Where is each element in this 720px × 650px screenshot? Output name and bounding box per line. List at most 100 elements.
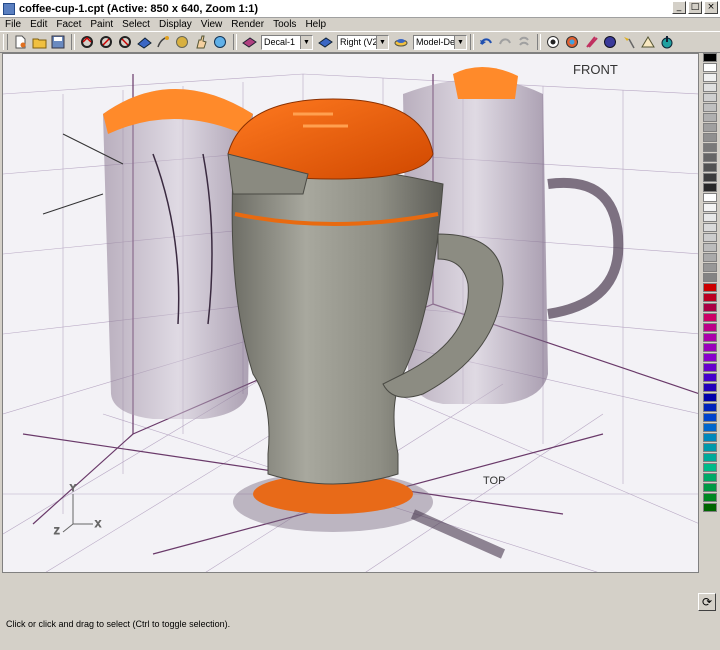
palette-swatch[interactable] — [703, 253, 717, 262]
open-file-button[interactable] — [30, 33, 48, 51]
view-select-value: Right (V2) — [340, 37, 381, 47]
palette-swatch[interactable] — [703, 83, 717, 92]
palette-swatch[interactable] — [703, 323, 717, 332]
pan-view-button[interactable] — [97, 33, 115, 51]
refresh-button[interactable]: ⟳ — [698, 593, 716, 611]
menu-render[interactable]: Render — [226, 19, 268, 30]
palette-swatch[interactable] — [703, 123, 717, 132]
menu-select[interactable]: Select — [117, 19, 154, 30]
plane-button[interactable] — [135, 33, 153, 51]
palette-swatch[interactable] — [703, 263, 717, 272]
chevron-down-icon[interactable]: ▼ — [376, 35, 388, 49]
palette-swatch[interactable] — [703, 383, 717, 392]
palette-swatch[interactable] — [703, 443, 717, 452]
palette-swatch[interactable] — [703, 73, 717, 82]
menu-help[interactable]: Help — [300, 19, 330, 30]
palette-swatch[interactable] — [703, 413, 717, 422]
sphere-button[interactable] — [211, 33, 229, 51]
repeat-button[interactable] — [515, 33, 533, 51]
color-wheel-icon — [566, 36, 578, 48]
projection-button[interactable] — [316, 33, 334, 51]
render-sphere-button[interactable] — [601, 33, 619, 51]
close-button[interactable]: × — [704, 1, 718, 14]
zoom-view-button[interactable] — [116, 33, 134, 51]
undo-button[interactable] — [477, 33, 495, 51]
menu-facet[interactable]: Facet — [51, 19, 85, 30]
palette-swatch[interactable] — [703, 373, 717, 382]
palette-swatch[interactable] — [703, 343, 717, 352]
palette-swatch[interactable] — [703, 103, 717, 112]
palette-swatch[interactable] — [703, 353, 717, 362]
menu-tools[interactable]: Tools — [268, 19, 300, 30]
maximize-button[interactable]: □ — [688, 1, 702, 14]
palette-swatch[interactable] — [703, 183, 717, 192]
palette-swatch[interactable] — [703, 393, 717, 402]
palette-swatch[interactable] — [703, 453, 717, 462]
palette-swatch[interactable] — [703, 273, 717, 282]
palette-swatch[interactable] — [703, 433, 717, 442]
palette-swatch[interactable] — [703, 113, 717, 122]
toolbar-grip[interactable] — [3, 34, 8, 50]
palette-swatch[interactable] — [703, 173, 717, 182]
palette-swatch[interactable] — [703, 293, 717, 302]
palette-swatch[interactable] — [703, 463, 717, 472]
spotlight-button[interactable] — [620, 33, 638, 51]
menu-display[interactable]: Display — [154, 19, 196, 30]
palette-swatch[interactable] — [703, 203, 717, 212]
model-select[interactable]: Model-Defa ▼ — [413, 34, 467, 50]
palette-swatch[interactable] — [703, 503, 717, 512]
brush-icon — [586, 36, 598, 48]
palette-swatch[interactable] — [703, 153, 717, 162]
menu-edit[interactable]: Edit — [25, 19, 51, 30]
chevron-down-icon[interactable]: ▼ — [300, 35, 312, 49]
palette-swatch[interactable] — [703, 213, 717, 222]
viewport-3d[interactable]: FRONT TOP Y X Z — [2, 53, 699, 573]
menu-file[interactable]: File — [0, 19, 25, 30]
decal-button[interactable] — [240, 33, 258, 51]
brush-button[interactable] — [582, 33, 600, 51]
palette-swatch[interactable] — [703, 193, 717, 202]
view-select[interactable]: Right (V2) ▼ — [337, 34, 389, 50]
palette-swatch[interactable] — [703, 333, 717, 342]
rotate-view-button[interactable] — [78, 33, 96, 51]
palette-swatch[interactable] — [703, 473, 717, 482]
palette-swatch[interactable] — [703, 233, 717, 242]
minimize-button[interactable]: _ — [672, 1, 686, 14]
camera-button[interactable] — [544, 33, 562, 51]
palette-swatch[interactable] — [703, 143, 717, 152]
palette-swatch[interactable] — [703, 303, 717, 312]
palette-swatch[interactable] — [703, 223, 717, 232]
menu-paint[interactable]: Paint — [85, 19, 117, 30]
shade-button[interactable] — [173, 33, 191, 51]
palette-swatch[interactable] — [703, 403, 717, 412]
palette-swatch[interactable] — [703, 63, 717, 72]
model-button[interactable] — [392, 33, 410, 51]
menu-view[interactable]: View — [196, 19, 227, 30]
scene-button[interactable] — [639, 33, 657, 51]
light-button[interactable] — [154, 33, 172, 51]
palette-swatch[interactable] — [703, 423, 717, 432]
palette-swatch[interactable] — [703, 93, 717, 102]
toolbar-separator — [470, 34, 474, 50]
chevron-down-icon[interactable]: ▼ — [454, 35, 466, 49]
folder-icon — [32, 38, 46, 48]
scene-canvas[interactable]: FRONT TOP Y X Z — [3, 54, 699, 573]
palette-swatch[interactable] — [703, 313, 717, 322]
axis-y-label: Y — [70, 483, 76, 493]
palette-swatch[interactable] — [703, 283, 717, 292]
material-button[interactable] — [563, 33, 581, 51]
save-button[interactable] — [49, 33, 67, 51]
palette-swatch[interactable] — [703, 163, 717, 172]
paint-button[interactable] — [192, 33, 210, 51]
palette-swatch[interactable] — [703, 493, 717, 502]
new-file-button[interactable] — [11, 33, 29, 51]
redo-button[interactable] — [496, 33, 514, 51]
palette-swatch[interactable] — [703, 243, 717, 252]
model-icon — [394, 39, 407, 47]
palette-swatch[interactable] — [703, 363, 717, 372]
palette-swatch[interactable] — [703, 483, 717, 492]
palette-swatch[interactable] — [703, 133, 717, 142]
palette-swatch[interactable] — [703, 53, 717, 62]
decal-select[interactable]: Decal-1 ▼ — [261, 34, 313, 50]
export-button[interactable] — [658, 33, 676, 51]
